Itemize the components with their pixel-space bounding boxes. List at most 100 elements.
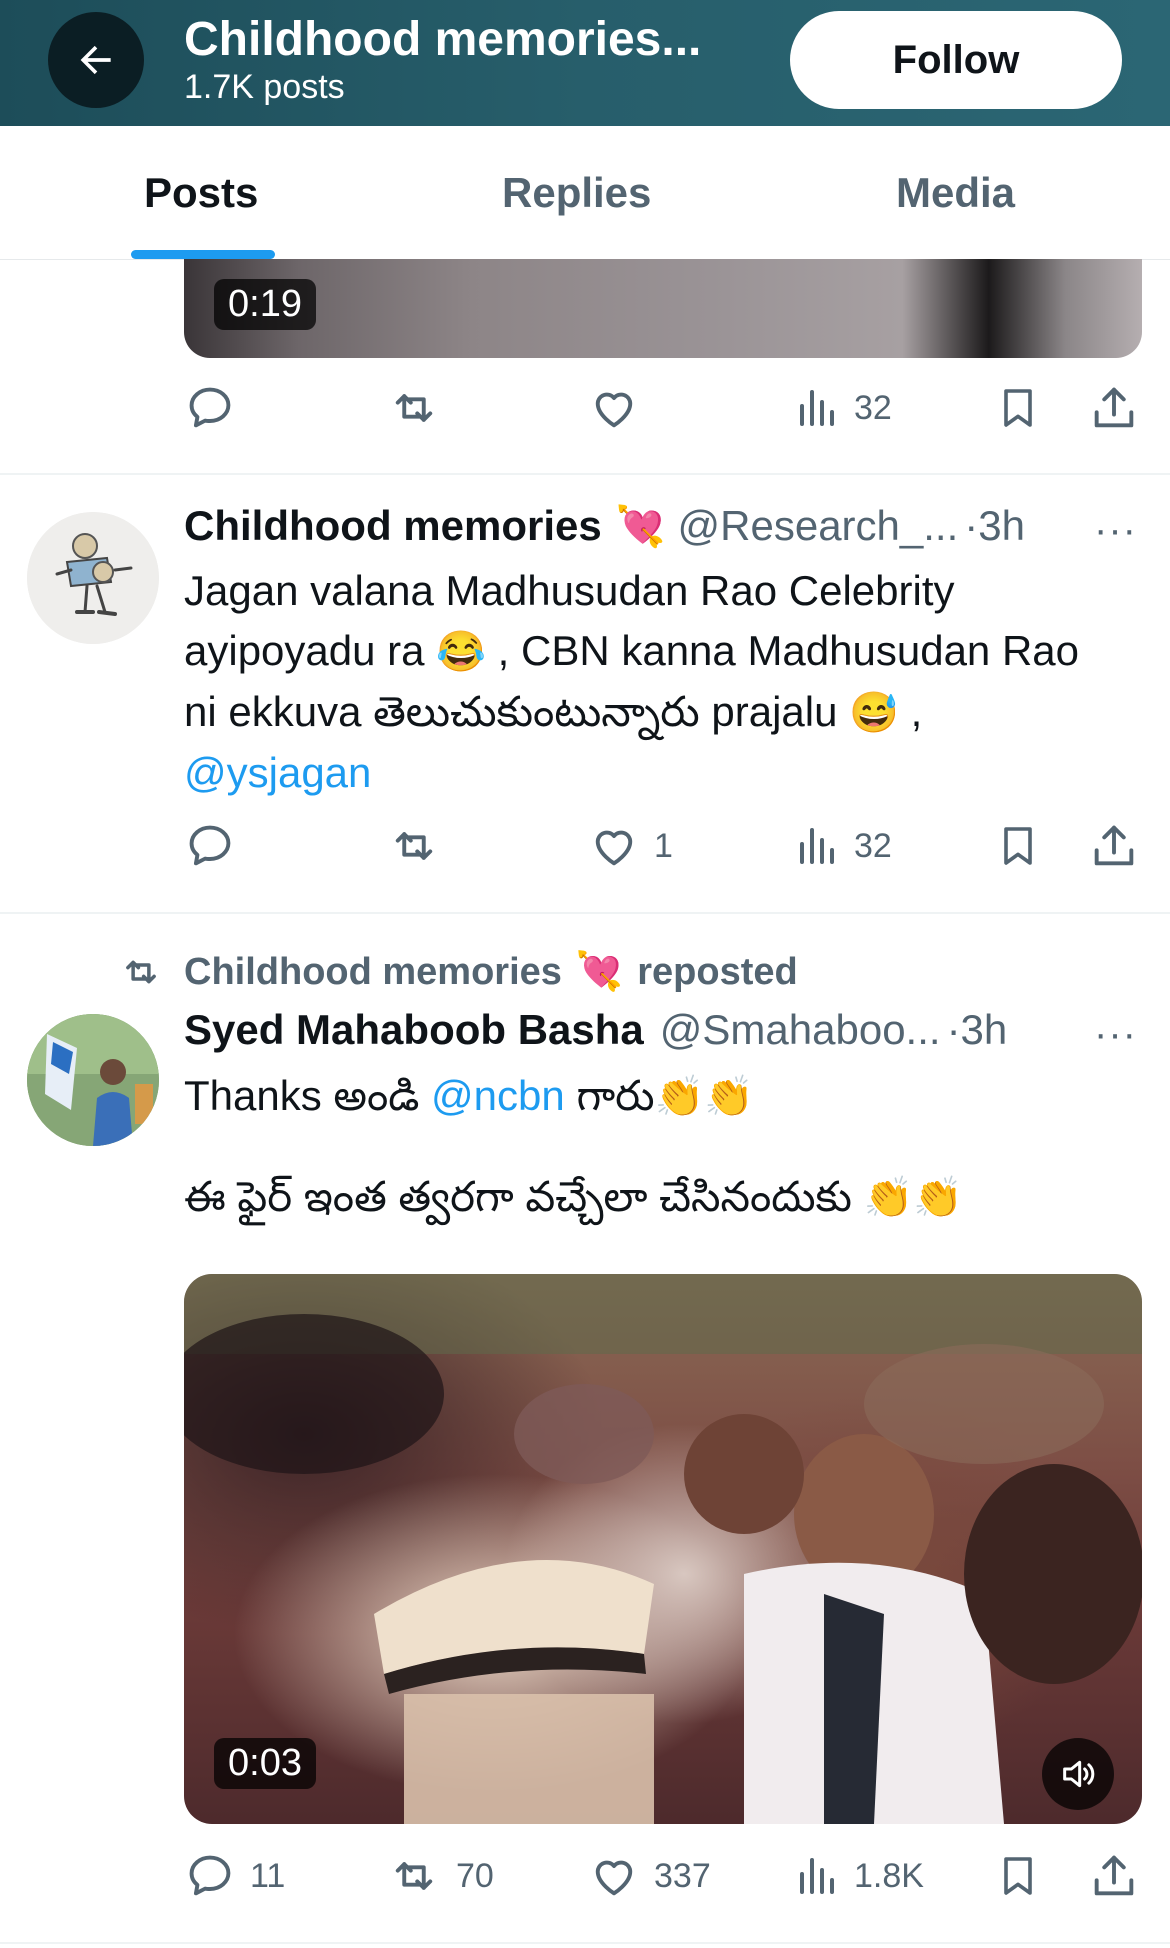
speech-bubble-icon: [189, 825, 231, 866]
previous-post-actions: 32: [0, 368, 1170, 448]
tweet-line: ayipoyadu ra 😂 , CBN kanna Madhusudan Ra…: [184, 627, 1080, 674]
repost-button[interactable]: 70: [386, 1836, 494, 1916]
heart-icon: [595, 1860, 633, 1896]
views-button[interactable]: 1.8K: [792, 1836, 924, 1916]
heart-arrow-emoji: 💘: [615, 504, 666, 549]
author-handle[interactable]: @Smahaboo...: [660, 1006, 941, 1054]
arrow-left-icon: [80, 45, 111, 75]
tweet-video[interactable]: 0:03: [184, 1274, 1142, 1824]
repost-indicator: Childhood memories 💘 reposted: [118, 950, 798, 994]
avatar[interactable]: [27, 1014, 159, 1146]
video-frame: [184, 1274, 1142, 1824]
views-button[interactable]: 32: [792, 806, 892, 886]
share-upload-icon: [1094, 387, 1134, 428]
video-duration: 0:19: [214, 279, 316, 330]
video-duration: 0:03: [214, 1738, 316, 1789]
active-tab-indicator: [131, 250, 275, 259]
mention-link[interactable]: @ncbn: [431, 1072, 565, 1119]
bar-chart-icon: [800, 1858, 834, 1894]
like-count: 1: [654, 826, 673, 865]
like-button[interactable]: 1: [588, 806, 673, 886]
reply-button[interactable]: [184, 368, 236, 448]
tweet-line: Thanks అండి @ncbn గారు👏👏: [184, 1072, 755, 1119]
like-count: 337: [654, 1856, 711, 1895]
post-time[interactable]: ·3h: [964, 502, 1025, 550]
heart-icon: [595, 830, 633, 866]
repost-arrows-icon: [395, 1862, 433, 1890]
tweet-actions: 11 70 337 1.8K: [0, 1836, 1170, 1916]
author-handle[interactable]: @Research_...: [678, 502, 959, 550]
share-upload-icon: [1094, 825, 1134, 866]
profile-title: Childhood memories...: [184, 13, 702, 66]
bar-chart-icon: [800, 390, 834, 426]
tab-posts[interactable]: Posts: [144, 126, 258, 259]
views-button[interactable]: 32: [792, 368, 892, 448]
repost-arrows-icon: [395, 394, 433, 422]
repost-arrows-icon: [395, 832, 433, 860]
like-button[interactable]: 337: [588, 1836, 711, 1916]
tweet-line: Jagan valana Madhusudan Rao Celebrity: [184, 567, 955, 614]
views-count: 32: [854, 826, 892, 865]
avatar[interactable]: [27, 512, 159, 644]
views-count: 1.8K: [854, 1856, 924, 1895]
post-divider: [0, 1942, 1170, 1944]
previous-post-video[interactable]: 0:19: [184, 259, 1142, 358]
repost-button[interactable]: [386, 368, 442, 448]
speech-bubble-icon: [189, 387, 231, 428]
mention-link[interactable]: @ysjagan: [184, 749, 371, 796]
tweet-line: ఈ ఫైర్ ఇంత త్వరగా వచ్చేలా చేసినందుకు 👏👏: [184, 1173, 964, 1220]
heart-icon: [595, 392, 633, 428]
reply-button[interactable]: 11: [184, 1836, 285, 1916]
share-button[interactable]: [1088, 806, 1140, 886]
tweet-line: ni ekkuva తెలుచుకుంటున్నారు prajalu 😅 ,: [184, 688, 923, 735]
share-button[interactable]: [1088, 368, 1140, 448]
bookmark-icon: [1004, 389, 1032, 427]
repost-count: 70: [456, 1856, 494, 1895]
laughing-emoji: 😂: [436, 630, 486, 674]
profile-tabs: Posts Replies Media: [0, 126, 1170, 260]
tweet-text: Jagan valana Madhusudan Rao Celebrity ay…: [184, 561, 1144, 803]
avatar-photo: [27, 1014, 159, 1146]
tweet-actions: 1 32: [0, 806, 1170, 886]
author-name[interactable]: Childhood memories: [184, 502, 602, 550]
reposted-label: reposted: [637, 950, 798, 993]
post-divider: [0, 912, 1170, 914]
speech-bubble-icon: [189, 1855, 231, 1896]
bookmark-button[interactable]: [994, 1836, 1042, 1916]
reposter-name[interactable]: Childhood memories: [184, 951, 562, 994]
posts-count: 1.7K posts: [184, 68, 345, 106]
more-options-button[interactable]: ···: [1094, 508, 1137, 553]
author-name[interactable]: Syed Mahaboob Basha: [184, 1006, 644, 1054]
reply-button[interactable]: [184, 806, 236, 886]
views-count: 32: [854, 388, 892, 427]
profile-header: Childhood memories... 1.7K posts Follow: [0, 0, 1170, 126]
sweat-smile-emoji: 😅: [849, 691, 899, 735]
share-button[interactable]: [1088, 1836, 1140, 1916]
tweet-text: Thanks అండి @ncbn గారు👏👏 ఈ ఫైర్ ఇంత త్వర…: [184, 1066, 1144, 1228]
share-upload-icon: [1094, 1855, 1134, 1896]
reply-count: 11: [250, 1856, 286, 1895]
like-button[interactable]: [588, 368, 640, 448]
tweet-header: Childhood memories 💘 @Research_... ·3h: [184, 502, 1025, 550]
bookmark-icon: [1004, 1857, 1032, 1895]
mute-toggle-button[interactable]: [1042, 1738, 1114, 1810]
tab-replies[interactable]: Replies: [502, 126, 651, 259]
speaker-icon: [1063, 1760, 1095, 1788]
clapping-emoji: 👏👏: [654, 1075, 755, 1119]
post-divider: [0, 473, 1170, 475]
repost-button[interactable]: [386, 806, 442, 886]
more-options-button[interactable]: ···: [1094, 1012, 1137, 1057]
tweet-header: Syed Mahaboob Basha @Smahaboo... ·3h: [184, 1006, 1007, 1054]
heart-arrow-emoji: 💘: [575, 951, 624, 993]
clapping-emoji: 👏👏: [863, 1176, 964, 1220]
avatar-illustration: [27, 512, 159, 644]
back-button[interactable]: [48, 12, 144, 108]
bar-chart-icon: [800, 828, 834, 864]
bookmark-button[interactable]: [994, 368, 1042, 448]
bookmark-button[interactable]: [994, 806, 1042, 886]
repost-arrows-icon: [126, 960, 156, 984]
bookmark-icon: [1004, 827, 1032, 865]
tab-media[interactable]: Media: [896, 126, 1015, 259]
follow-button[interactable]: Follow: [790, 11, 1122, 109]
post-time[interactable]: ·3h: [947, 1006, 1008, 1054]
